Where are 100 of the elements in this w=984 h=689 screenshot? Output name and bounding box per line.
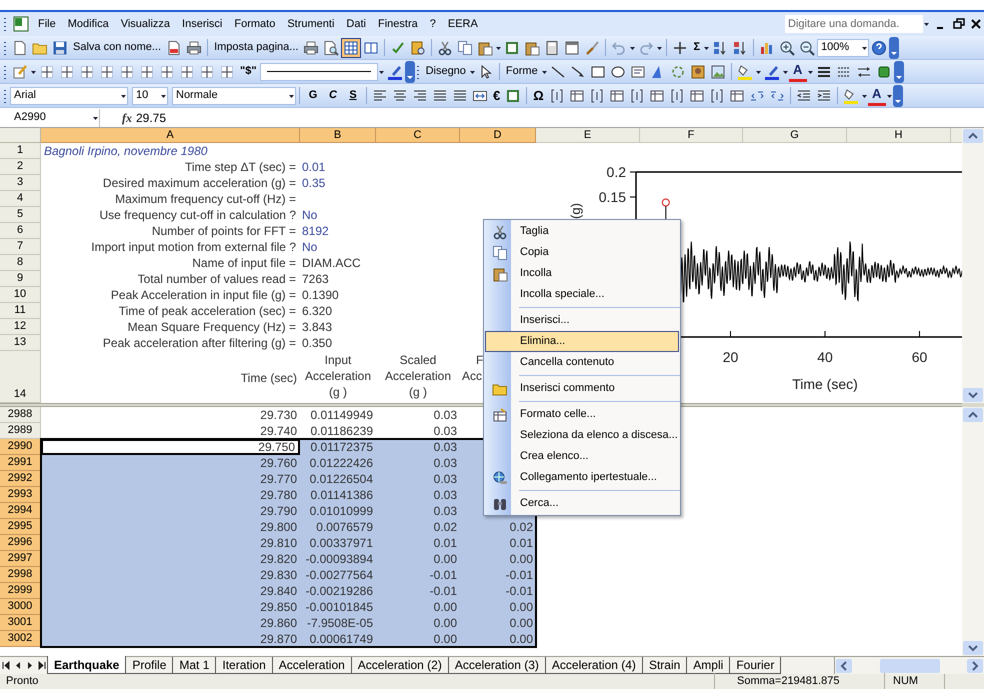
font-dropdown[interactable]: Arial (10, 86, 128, 104)
row-header[interactable]: 2992 (0, 471, 41, 487)
column-header[interactable]: B (300, 128, 376, 143)
brush-icon[interactable] (584, 40, 600, 56)
sheet-tab[interactable]: Profile (125, 657, 174, 674)
table-cell[interactable]: 29.750 (41, 439, 300, 455)
table-cell[interactable]: -7.9508E-05 (300, 615, 376, 631)
menu-item[interactable]: Dati (340, 14, 372, 34)
border-icon[interactable] (179, 64, 195, 80)
columns-icon[interactable] (363, 40, 380, 56)
table-cell[interactable]: 29.840 (41, 583, 300, 599)
menu-item[interactable]: Cerca... (485, 493, 679, 514)
restore-icon[interactable] (952, 17, 966, 31)
row-header[interactable]: 11 (0, 303, 41, 319)
toolbar-options-icon[interactable] (892, 84, 903, 106)
border-icon[interactable] (99, 64, 115, 80)
row-header[interactable]: 8 (0, 255, 41, 271)
toolbar-options-icon[interactable] (404, 60, 415, 82)
row-header[interactable]: 5 (0, 207, 41, 223)
menu-item[interactable]: Cancella contenuto (485, 352, 679, 373)
row-header[interactable]: 3002 (0, 631, 41, 647)
menu-item[interactable]: Copia (485, 242, 679, 263)
table-cell[interactable]: -0.00101845 (300, 599, 376, 615)
menu-item[interactable]: Crea elenco... (485, 446, 679, 467)
toolbar-options-icon[interactable] (889, 36, 900, 58)
align-left-icon[interactable] (372, 88, 388, 104)
row-header[interactable]: 3000 (0, 599, 41, 615)
table-cell[interactable]: 0.03 (376, 487, 460, 503)
paint-bucket-icon[interactable] (736, 64, 753, 80)
pen-icon[interactable] (764, 64, 780, 80)
vertical-scrollbar[interactable] (962, 407, 984, 656)
sheet-tab[interactable]: Fourier (729, 657, 782, 674)
column-header[interactable]: G (743, 128, 847, 143)
menu-item[interactable]: Formato celle... (485, 404, 679, 425)
table-cell[interactable]: 29.770 (41, 471, 300, 487)
scroll-left-icon[interactable] (835, 658, 853, 674)
border-icon[interactable] (119, 64, 135, 80)
table-cell[interactable]: 0.01 (460, 535, 536, 551)
printer-icon[interactable] (303, 40, 320, 56)
spreadsheet-icon[interactable] (13, 16, 29, 32)
row-header[interactable]: 12 (0, 319, 41, 335)
table-icon[interactable] (648, 88, 665, 104)
sheet-tab[interactable]: Acceleration (272, 657, 352, 674)
table-cell[interactable]: 0.00 (376, 551, 460, 567)
menu-item[interactable]: Inserisci commento (485, 378, 679, 399)
spreadsheet-icon[interactable] (504, 40, 520, 56)
table-cell[interactable]: -0.00277564 (300, 567, 376, 583)
toolbar-grip[interactable] (416, 64, 421, 80)
row-header[interactable]: 2993 (0, 487, 41, 503)
row-header[interactable]: 4 (0, 191, 41, 207)
menu-item[interactable]: EERA (442, 14, 484, 34)
book-icon[interactable] (410, 40, 426, 56)
table-icon[interactable] (568, 88, 585, 104)
bold-button[interactable]: G (303, 86, 323, 106)
euro-button[interactable]: € (490, 86, 504, 106)
page-icon[interactable] (12, 40, 28, 56)
check-mark-icon[interactable] (390, 40, 406, 56)
menu-item[interactable]: Collegamento ipertestuale... (485, 467, 679, 488)
table-cell[interactable]: 0.00061749 (300, 631, 376, 647)
decrease-indent-icon[interactable] (796, 88, 812, 104)
border-icon[interactable] (159, 64, 175, 80)
justify-icon[interactable] (452, 88, 468, 104)
increase-indent-icon[interactable] (816, 88, 832, 104)
bracket-icon[interactable] (628, 88, 645, 104)
table-cell[interactable]: 29.790 (41, 503, 300, 519)
border-icon[interactable] (199, 64, 215, 80)
font-size-dropdown[interactable]: 10 (132, 86, 168, 104)
table-cell[interactable]: 29.850 (41, 599, 300, 615)
table-cell[interactable]: 0.01226504 (300, 471, 376, 487)
grid-icon[interactable] (343, 40, 360, 56)
help-icon[interactable] (871, 40, 888, 56)
spreadsheet-icon[interactable] (505, 88, 522, 104)
bracket-icon[interactable] (708, 88, 725, 104)
menu-item[interactable]: Inserisci (176, 14, 228, 34)
table-cell[interactable]: 0.01141386 (300, 487, 376, 503)
border-icon[interactable] (39, 64, 55, 80)
bracket-icon[interactable] (668, 88, 685, 104)
row-header[interactable]: 2989 (0, 423, 41, 439)
sheet-tab[interactable]: Ampli (686, 657, 730, 674)
scroll-thumb[interactable] (880, 658, 940, 672)
sheet-tab[interactable]: Acceleration (4) (544, 657, 643, 674)
row-header[interactable]: 2997 (0, 551, 41, 567)
table-cell[interactable]: 29.810 (41, 535, 300, 551)
menu-item[interactable]: ? (424, 14, 442, 34)
table-cell[interactable]: -0.01 (376, 567, 460, 583)
table-cell[interactable]: 0.00 (460, 615, 536, 631)
text-box-icon[interactable] (630, 64, 646, 80)
table-cell[interactable]: -0.01 (376, 583, 460, 599)
row-header[interactable]: 2 (0, 159, 41, 175)
table-cell[interactable]: 0.00 (460, 631, 536, 647)
clip-art-icon[interactable] (690, 64, 706, 80)
bracket-icon[interactable] (548, 88, 565, 104)
table-cell[interactable]: 0.01010999 (300, 503, 376, 519)
column-header[interactable]: C (376, 128, 460, 143)
cube-icon[interactable] (876, 64, 892, 80)
table-cell[interactable]: 0.03 (376, 471, 460, 487)
table-cell[interactable]: 29.820 (41, 551, 300, 567)
menu-item[interactable]: Visualizza (114, 14, 176, 34)
table-cell[interactable]: 0.01222426 (300, 455, 376, 471)
sheet-tab[interactable]: Earthquake (47, 656, 126, 674)
